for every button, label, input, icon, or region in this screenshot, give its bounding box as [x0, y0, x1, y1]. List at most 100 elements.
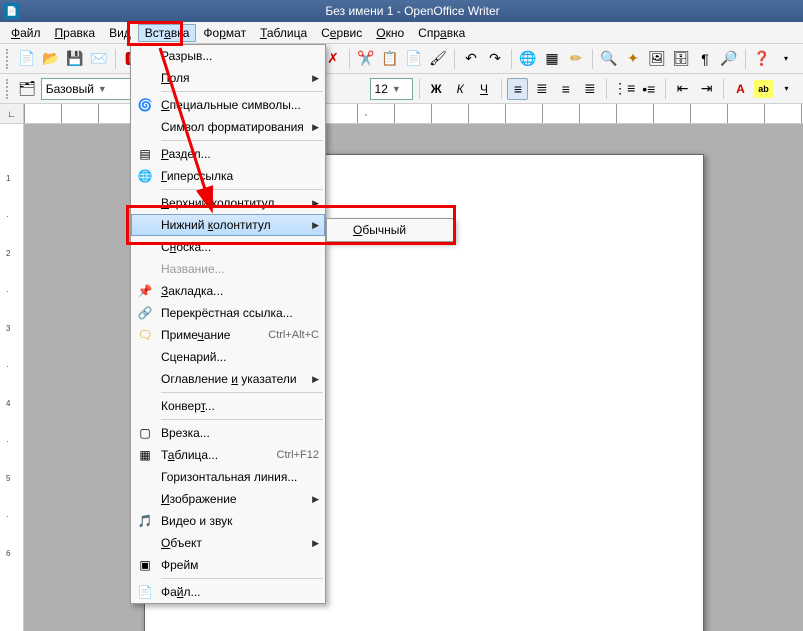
redo-button[interactable]: ↷ — [484, 48, 506, 70]
menu-item-section[interactable]: ▤Раздел... — [131, 143, 325, 165]
menu-item-media[interactable]: 🎵Видео и звук — [131, 510, 325, 532]
toolbar-handle[interactable] — [6, 49, 12, 69]
footer-submenu: Обычный — [326, 218, 454, 242]
menu-item-table[interactable]: ▦Таблица...Ctrl+F12 — [131, 444, 325, 466]
bullet-list-button[interactable]: •≡ — [638, 78, 659, 100]
menu-item-script[interactable]: Сценарий... — [131, 346, 325, 368]
menu-item-hrule[interactable]: Горизонтальная линия... — [131, 466, 325, 488]
gallery-button[interactable]: 🖼 — [646, 48, 668, 70]
separator — [606, 79, 607, 99]
menu-item-object[interactable]: Объект▶ — [131, 532, 325, 554]
bold-button[interactable]: Ж — [426, 78, 447, 100]
menu-view[interactable]: Вид — [102, 24, 138, 42]
ruler-corner: ∟ — [0, 104, 24, 123]
find-button[interactable]: 🔍 — [598, 48, 620, 70]
menu-item-bookmark[interactable]: 📌Закладка... — [131, 280, 325, 302]
submenu-item-default[interactable]: Обычный — [327, 219, 453, 241]
menu-item-envelope[interactable]: Конверт... — [131, 395, 325, 417]
datasource-button[interactable]: 🗄 — [670, 48, 692, 70]
menu-item-break[interactable]: Разрыв... — [131, 45, 325, 67]
menu-separator — [161, 91, 323, 92]
open-button[interactable]: 📂 — [40, 48, 62, 70]
email-button[interactable]: ✉️ — [88, 48, 110, 70]
save-button[interactable]: 💾 — [64, 48, 86, 70]
special-chars-icon: 🌀 — [135, 96, 155, 114]
underline-button[interactable]: Ч — [474, 78, 495, 100]
menu-item-header[interactable]: Верхний колонтитул▶ — [131, 192, 325, 214]
separator — [419, 79, 420, 99]
menu-item-frame2[interactable]: ▣Фрейм — [131, 554, 325, 576]
separator — [723, 79, 724, 99]
menu-item-frame[interactable]: ▢Врезка... — [131, 422, 325, 444]
menu-item-fields[interactable]: Поля▶ — [131, 67, 325, 89]
menu-insert[interactable]: Вставка — [138, 24, 197, 42]
separator — [349, 49, 350, 69]
menu-item-footer[interactable]: Нижний колонтитул▶ — [131, 214, 325, 236]
menu-item-image[interactable]: Изображение▶ — [131, 488, 325, 510]
align-justify-button[interactable]: ≣ — [579, 78, 600, 100]
styles-button[interactable]: 🗂 — [17, 78, 38, 100]
menu-item-hyperlink[interactable]: 🌐Гиперссылка — [131, 165, 325, 187]
align-left-button[interactable]: ≡ — [507, 78, 528, 100]
vertical-ruler[interactable]: 1 · 2 · 3 · 4 · 5 · 6 — [0, 124, 24, 631]
section-icon: ▤ — [135, 145, 155, 163]
menu-item-formatting-mark[interactable]: Символ форматирования▶ — [131, 116, 325, 138]
menu-item-special-chars[interactable]: 🌀Специальные символы... — [131, 94, 325, 116]
navigator-button[interactable]: ✦ — [622, 48, 644, 70]
outdent-button[interactable]: ⇤ — [672, 78, 693, 100]
window-title: Без имени 1 - OpenOffice Writer — [26, 4, 799, 18]
cut-button[interactable]: ✂️ — [355, 48, 377, 70]
frame-icon: ▢ — [135, 424, 155, 442]
highlight-button[interactable]: ab — [754, 80, 773, 98]
copy-button[interactable]: 📋 — [379, 48, 401, 70]
number-list-button[interactable]: ⋮≡ — [613, 78, 635, 100]
font-color-button[interactable]: A — [730, 78, 751, 100]
drawing-button[interactable]: ✏ — [565, 48, 587, 70]
menu-item-note[interactable]: 🗨ПримечаниеCtrl+Alt+C — [131, 324, 325, 346]
toolbar-overflow[interactable]: ▾ — [775, 48, 797, 70]
menu-file[interactable]: Файл — [4, 24, 48, 42]
menu-item-index[interactable]: Оглавление и указатели▶ — [131, 368, 325, 390]
separator — [592, 49, 593, 69]
menu-help[interactable]: Справка — [411, 24, 472, 42]
menu-separator — [161, 419, 323, 420]
document-area: 1 · 2 · 3 · 4 · 5 · 6 — [0, 124, 803, 631]
menu-edit[interactable]: Правка — [48, 24, 103, 42]
bookmark-icon: 📌 — [135, 282, 155, 300]
toolbar-handle[interactable] — [6, 79, 12, 99]
note-icon: 🗨 — [135, 326, 155, 344]
menu-tools[interactable]: Сервис — [314, 24, 369, 42]
horizontal-ruler[interactable]: ∟ · — [0, 104, 803, 124]
title-bar: 📄 Без имени 1 - OpenOffice Writer — [0, 0, 803, 22]
standard-toolbar: 📄 📂 💾 ✉️ 🅿 ✔ ✗ ✂️ 📋 📄 🖌 ↶ ↷ 🌐 ▦ ✏ 🔍 ✦ 🖼 … — [0, 44, 803, 74]
font-size-combo[interactable]: 12▼ — [370, 78, 413, 100]
italic-button[interactable]: К — [450, 78, 471, 100]
menu-bar: Файл Правка Вид Вставка Формат Таблица С… — [0, 22, 803, 44]
crossref-icon: 🔗 — [135, 304, 155, 322]
media-icon: 🎵 — [135, 512, 155, 530]
menu-item-footnote[interactable]: Сноска... — [131, 236, 325, 258]
undo-button[interactable]: ↶ — [460, 48, 482, 70]
new-doc-button[interactable]: 📄 — [16, 48, 38, 70]
menu-item-file[interactable]: 📄Файл... — [131, 581, 325, 603]
indent-button[interactable]: ⇥ — [696, 78, 717, 100]
toolbar-overflow[interactable]: ▾ — [776, 78, 797, 100]
menu-format[interactable]: Формат — [196, 24, 253, 42]
submenu-label: Обычный — [353, 223, 406, 237]
align-center-button[interactable]: ≣ — [531, 78, 552, 100]
menu-separator — [161, 392, 323, 393]
zoom-button[interactable]: 🔎 — [718, 48, 740, 70]
format-paint-button[interactable]: 🖌 — [427, 48, 449, 70]
table-icon: ▦ — [135, 446, 155, 464]
app-icon: 📄 — [4, 3, 20, 19]
paste-button[interactable]: 📄 — [403, 48, 425, 70]
menu-table[interactable]: Таблица — [253, 24, 314, 42]
align-right-button[interactable]: ≡ — [555, 78, 576, 100]
menu-item-crossref[interactable]: 🔗Перекрёстная ссылка... — [131, 302, 325, 324]
help-button[interactable]: ❓ — [751, 48, 773, 70]
separator — [665, 79, 666, 99]
hyperlink-button[interactable]: 🌐 — [517, 48, 539, 70]
nonprint-button[interactable]: ¶ — [694, 48, 716, 70]
table-button[interactable]: ▦ — [541, 48, 563, 70]
menu-window[interactable]: Окно — [369, 24, 411, 42]
